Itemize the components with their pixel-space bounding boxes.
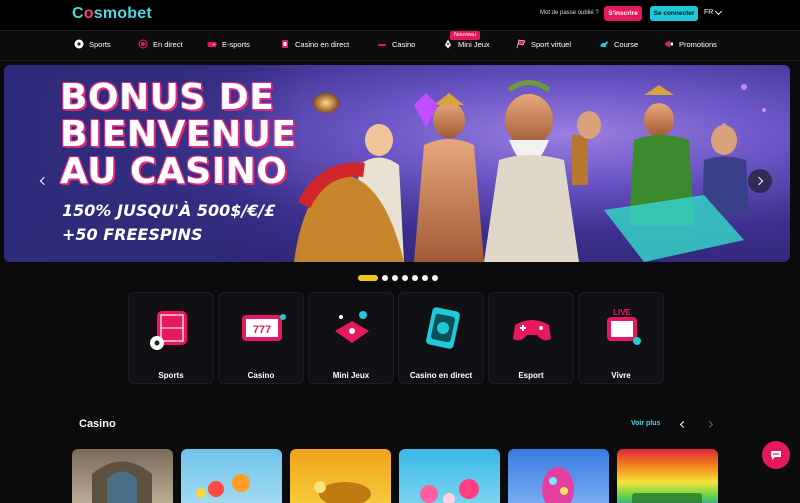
- esport-controller-icon: [513, 320, 551, 341]
- game-thumbnail: [92, 461, 152, 503]
- game-thumbnail: [632, 493, 702, 503]
- category-casino[interactable]: 777 Casino: [218, 292, 304, 384]
- chat-button[interactable]: [762, 441, 790, 469]
- casino-next-button[interactable]: [703, 418, 715, 430]
- game-card[interactable]: [399, 449, 500, 503]
- game-thumbnail: [196, 474, 250, 498]
- chevron-right-icon: [705, 420, 713, 428]
- nav-item-race[interactable]: Course: [599, 39, 638, 49]
- category-live-casino[interactable]: Casino en direct: [398, 292, 484, 384]
- megaphone-icon: [665, 40, 673, 48]
- logo[interactable]: Cosmobet: [72, 5, 152, 23]
- new-badge: Nouveau: [450, 31, 481, 40]
- banner-next-button[interactable]: [748, 169, 772, 193]
- carousel-dot[interactable]: [382, 275, 388, 281]
- nav-item-live-casino[interactable]: Casino en direct: [280, 39, 349, 49]
- nav-item-mini-games[interactable]: Mini Jeux: [443, 39, 490, 49]
- gamepad-icon: [207, 42, 217, 47]
- live-casino-icon: [426, 307, 460, 349]
- category-sports[interactable]: Sports: [128, 292, 214, 384]
- svg-text:LIVE: LIVE: [613, 308, 631, 317]
- carousel-dot[interactable]: [412, 275, 418, 281]
- dice-icon: [378, 44, 386, 46]
- language-selector[interactable]: FR: [704, 7, 723, 16]
- game-thumbnail: [542, 467, 574, 503]
- carousel-dot[interactable]: [358, 275, 378, 281]
- horse-icon: [600, 41, 608, 47]
- promo-banner[interactable]: BONUS DE BIENVENUE AU CASINO 150% JUSQU'…: [4, 65, 790, 262]
- casino-prev-button[interactable]: [677, 418, 689, 430]
- game-card[interactable]: [508, 449, 609, 503]
- carousel-dot[interactable]: [422, 275, 428, 281]
- category-mini-games[interactable]: Mini Jeux: [308, 292, 394, 384]
- casino-games-row: [72, 449, 718, 503]
- banner-title: BONUS DE BIENVENUE AU CASINO: [60, 77, 297, 192]
- nav-item-virtual-sport[interactable]: Sport virtuel: [516, 39, 571, 49]
- mini-games-icon: [335, 311, 369, 343]
- game-card[interactable]: [617, 449, 718, 503]
- signup-button[interactable]: S'inscrire: [604, 6, 642, 21]
- soccer-ball-icon: [74, 39, 84, 49]
- banner-prev-button[interactable]: [30, 169, 54, 193]
- game-thumbnail: [420, 479, 479, 503]
- slot-machine-icon: 777: [242, 314, 286, 341]
- chevron-left-icon: [679, 420, 687, 428]
- cards-icon: [282, 40, 288, 48]
- carousel-dot[interactable]: [392, 275, 398, 281]
- sports-icon: [150, 306, 194, 350]
- banner-freespins: +50 FREESPINS: [62, 225, 203, 244]
- forgot-password-link[interactable]: Mot de passe oublié ?: [540, 10, 599, 16]
- carousel-dot[interactable]: [432, 275, 438, 281]
- chat-bubble-icon: [771, 451, 781, 460]
- category-esport[interactable]: Esport: [488, 292, 574, 384]
- racing-flag-icon: [516, 39, 526, 49]
- rocket-icon: [445, 39, 451, 49]
- login-button[interactable]: Se connecter: [650, 6, 698, 21]
- chevron-down-icon: [715, 7, 723, 15]
- category-tiles: Sports 777 Casino Mini Jeux Casino en di…: [128, 292, 664, 384]
- game-thumbnail: [314, 481, 371, 503]
- see-more-link[interactable]: Voir plus: [631, 420, 660, 427]
- game-card[interactable]: [290, 449, 391, 503]
- live-tv-icon: LIVE: [607, 308, 641, 345]
- carousel-dots: [358, 275, 438, 281]
- language-label: FR: [704, 9, 714, 16]
- live-icon: [138, 39, 148, 49]
- banner-offer: 150% JUSQU'À 500$/€/£: [62, 201, 276, 220]
- chevron-right-icon: [754, 176, 763, 186]
- nav-item-casino[interactable]: Casino: [377, 39, 415, 49]
- game-card[interactable]: [181, 449, 282, 503]
- carousel-dot[interactable]: [402, 275, 408, 281]
- svg-text:777: 777: [253, 324, 271, 336]
- category-live[interactable]: LIVE Vivre: [578, 292, 664, 384]
- casino-section-title: Casino: [79, 418, 116, 430]
- nav-item-sports[interactable]: Sports: [74, 39, 111, 49]
- top-bar: Cosmobet Mot de passe oublié ? S'inscrir…: [0, 0, 800, 30]
- nav-item-esports[interactable]: E-sports: [207, 39, 250, 49]
- chevron-left-icon: [39, 176, 48, 186]
- main-nav: Sports En direct E-sports Casino en dire…: [0, 30, 800, 61]
- nav-item-promotions[interactable]: Promotions: [664, 39, 717, 49]
- nav-item-live[interactable]: En direct: [138, 39, 183, 49]
- game-card[interactable]: [72, 449, 173, 503]
